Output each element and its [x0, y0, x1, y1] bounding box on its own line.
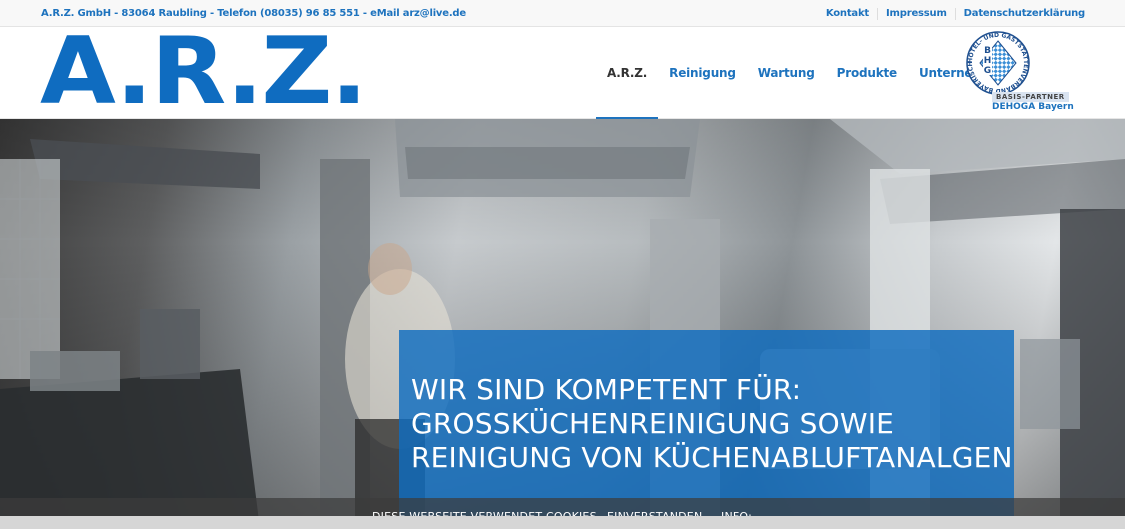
nav-item-arz[interactable]: A.R.Z.: [596, 27, 659, 120]
nav-item-wartung[interactable]: Wartung: [747, 27, 826, 119]
hero-headline-line-1: WIR SIND KOMPETENT FÜR:: [411, 373, 802, 406]
cookie-banner-footer: [0, 516, 1125, 529]
cookie-banner: DIESE WEBSEITE VERWENDET COOKIES. EINVER…: [0, 498, 1125, 529]
link-datenschutz[interactable]: Datenschutzerklärung: [954, 8, 1085, 20]
hero-headline-line-2: GROSSKÜCHENREINIGUNG SOWIE: [411, 407, 895, 440]
nav-item-produkte[interactable]: Produkte: [826, 27, 908, 119]
svg-text:H: H: [984, 56, 992, 66]
bhg-seal-icon: HOTEL- UND GASTSTÄTTENVERBAND BAYERISCHE…: [966, 31, 1030, 95]
dehoga-partner-badge[interactable]: HOTEL- UND GASTSTÄTTENVERBAND BAYERISCHE…: [962, 31, 1088, 115]
svg-text:B: B: [984, 46, 991, 56]
link-kontakt[interactable]: Kontakt: [818, 8, 877, 20]
main-navigation: A.R.Z. Reinigung Wartung Produkte Untern…: [596, 27, 1020, 120]
site-header: A.R.Z. A.R.Z. Reinigung Wartung Produkte…: [0, 25, 1125, 120]
site-logo[interactable]: A.R.Z.: [40, 25, 368, 118]
link-impressum[interactable]: Impressum: [877, 8, 955, 20]
svg-text:G: G: [984, 66, 991, 76]
nav-item-reinigung[interactable]: Reinigung: [658, 27, 747, 119]
partner-org: DEHOGA Bayern: [992, 102, 1074, 112]
top-links: Kontakt Impressum Datenschutzerklärung: [818, 8, 1085, 20]
hero-headline-line-3: REINIGUNG VON KÜCHENABLUFTANALGEN: [411, 441, 1013, 474]
partner-label: BASIS-PARTNER: [992, 92, 1069, 102]
hero-banner: WIR SIND KOMPETENT FÜR: GROSSKÜCHENREINI…: [0, 119, 1125, 529]
